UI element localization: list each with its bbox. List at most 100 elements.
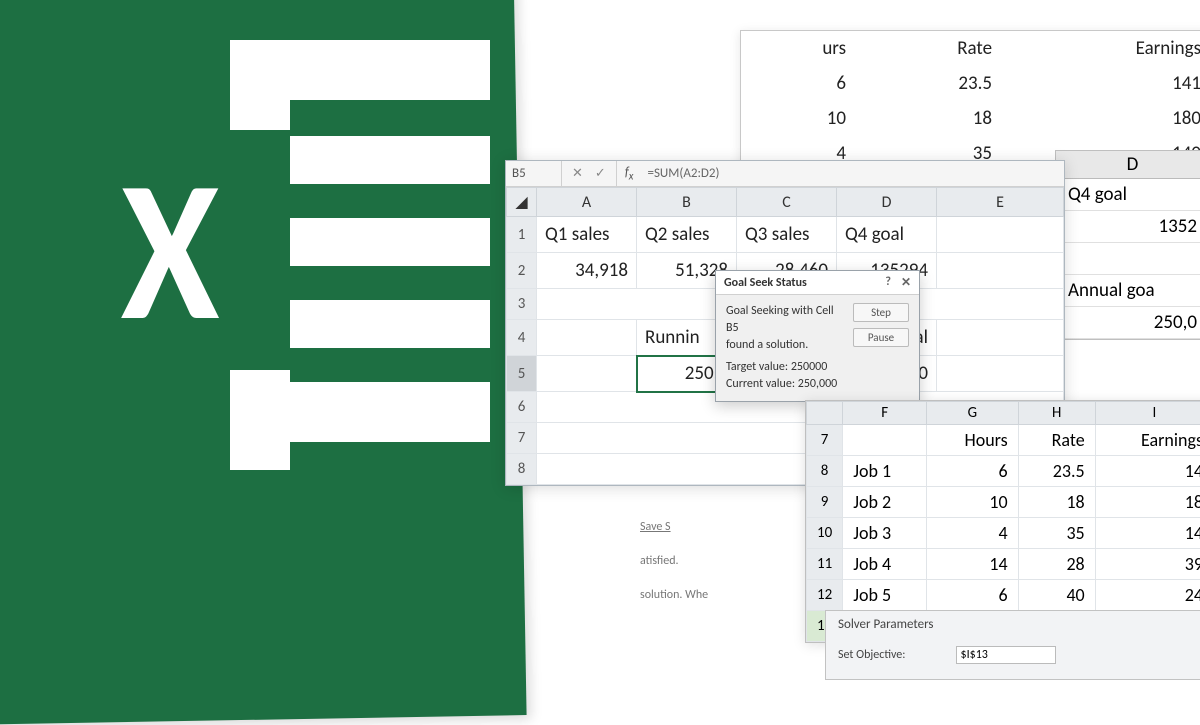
dialog-message: Goal Seeking with Cell B5 [726, 303, 845, 337]
cell[interactable]: Annual goa [1056, 275, 1200, 307]
step-button[interactable]: Step [853, 303, 909, 322]
row-header[interactable]: 11 [807, 549, 843, 580]
col-header[interactable]: H [1018, 402, 1095, 425]
row-header[interactable]: 8 [807, 456, 843, 487]
cell[interactable]: Job 3 [843, 518, 927, 549]
cell[interactable]: 35 [1018, 518, 1095, 549]
cell[interactable]: Job 5 [843, 580, 927, 611]
sheet-jobs: F G H I 7 Hours Rate Earnings 8Job 1623.… [805, 400, 1200, 643]
solver-title: Solver Parameters [838, 617, 1192, 632]
col-header[interactable]: E [937, 188, 1064, 217]
dialog-message: found a solution. [726, 337, 845, 354]
col-header[interactable]: C [737, 188, 837, 217]
cell[interactable]: 40 [1018, 580, 1095, 611]
col-header[interactable]: D [837, 188, 937, 217]
cell[interactable]: Earnings [1095, 425, 1200, 456]
cell[interactable]: Job 1 [843, 456, 927, 487]
close-icon[interactable]: ✕ [901, 275, 911, 290]
row-header[interactable]: 5 [507, 356, 537, 392]
cell[interactable] [537, 320, 637, 356]
cell[interactable] [937, 217, 1064, 253]
cell[interactable]: 1352 [1056, 211, 1200, 243]
cell[interactable]: 6 [927, 580, 1018, 611]
cell[interactable]: 23.5 [1018, 456, 1095, 487]
row-header[interactable]: 6 [507, 392, 537, 423]
selectall-corner[interactable]: ◢ [507, 188, 537, 217]
row-header[interactable]: 7 [507, 423, 537, 454]
enter-icon[interactable]: ✓ [595, 166, 606, 181]
label: Current value: [726, 377, 795, 391]
cell[interactable]: 180 [1010, 101, 1200, 136]
cell[interactable]: Hours [927, 425, 1018, 456]
row-header[interactable]: 9 [807, 487, 843, 518]
cell[interactable] [937, 356, 1064, 392]
goal-seek-dialog: Goal Seek Status ? ✕ Goal Seeking with C… [715, 270, 920, 402]
cell[interactable]: Q2 sales [637, 217, 737, 253]
col-header[interactable]: I [1095, 402, 1200, 425]
row-header[interactable]: 8 [507, 454, 537, 485]
cancel-icon[interactable]: ✕ [572, 166, 583, 181]
cell[interactable]: Q1 sales [537, 217, 637, 253]
row-header[interactable]: 10 [807, 518, 843, 549]
row-header[interactable]: 4 [507, 320, 537, 356]
formula-bar: B5 ✕ ✓ fx =SUM(A2:D2) [506, 161, 1064, 187]
row-header[interactable]: 12 [807, 580, 843, 611]
cell[interactable]: 34,918 [537, 253, 637, 289]
col-header[interactable]: F [843, 402, 927, 425]
cell[interactable]: 28 [1018, 549, 1095, 580]
value: 250000 [791, 360, 828, 374]
excel-logo: X [50, 40, 480, 470]
formula-text[interactable]: =SUM(A2:D2) [641, 166, 725, 181]
cell[interactable]: 14 [1095, 518, 1200, 549]
col-header[interactable]: G [927, 402, 1018, 425]
cell[interactable]: 23.5 [864, 66, 1010, 101]
cell[interactable] [843, 425, 927, 456]
solver-panel: Solver Parameters Set Objective: [825, 610, 1200, 680]
col-header: urs [741, 31, 864, 66]
row-header[interactable]: 3 [507, 289, 537, 320]
cell[interactable]: 250,0 [1056, 307, 1200, 339]
cell[interactable]: Job 2 [843, 487, 927, 518]
cell[interactable]: 24 [1095, 580, 1200, 611]
col-header[interactable]: B [637, 188, 737, 217]
cell[interactable] [937, 320, 1064, 356]
col-header: Rate [864, 31, 1010, 66]
cell[interactable]: 10 [927, 487, 1018, 518]
cell[interactable]: Rate [1018, 425, 1095, 456]
cell[interactable]: Job 4 [843, 549, 927, 580]
cell[interactable]: 14 [927, 549, 1018, 580]
cell[interactable]: Q3 sales [737, 217, 837, 253]
cell[interactable]: 18 [1018, 487, 1095, 518]
col-header[interactable]: A [537, 188, 637, 217]
value: 250,000 [798, 377, 838, 391]
col-header: D [1056, 151, 1200, 179]
label: Target value: [726, 360, 788, 374]
name-box[interactable]: B5 [506, 161, 562, 186]
cell[interactable] [537, 356, 637, 392]
row-header[interactable]: 7 [807, 425, 843, 456]
cell[interactable]: 39 [1095, 549, 1200, 580]
set-objective-input[interactable] [956, 646, 1056, 664]
cell[interactable]: Q4 goal [837, 217, 937, 253]
cell[interactable] [937, 253, 1064, 289]
cell[interactable]: 141 [1010, 66, 1200, 101]
cell[interactable] [1056, 243, 1200, 275]
pause-button[interactable]: Pause [853, 328, 909, 347]
selectall-corner[interactable] [807, 402, 843, 425]
cell[interactable]: 6 [741, 66, 864, 101]
cell[interactable]: 14 [1095, 456, 1200, 487]
dialog-fragment: Save S atisfied. solution. Whe [640, 520, 708, 622]
cell[interactable]: 6 [927, 456, 1018, 487]
row-header[interactable]: 1 [507, 217, 537, 253]
col-header: Earnings [1010, 31, 1200, 66]
cell[interactable]: 18 [1095, 487, 1200, 518]
help-icon[interactable]: ? [885, 275, 891, 290]
fx-icon[interactable]: fx [617, 165, 642, 183]
row-header[interactable]: 2 [507, 253, 537, 289]
cell[interactable]: 10 [741, 101, 864, 136]
cell[interactable]: 18 [864, 101, 1010, 136]
cell[interactable]: 4 [927, 518, 1018, 549]
sheet-right-strip: D Q4 goal 1352 Annual goa 250,0 [1055, 150, 1200, 340]
set-objective-label: Set Objective: [838, 648, 906, 662]
cell[interactable]: Q4 goal [1056, 179, 1200, 211]
